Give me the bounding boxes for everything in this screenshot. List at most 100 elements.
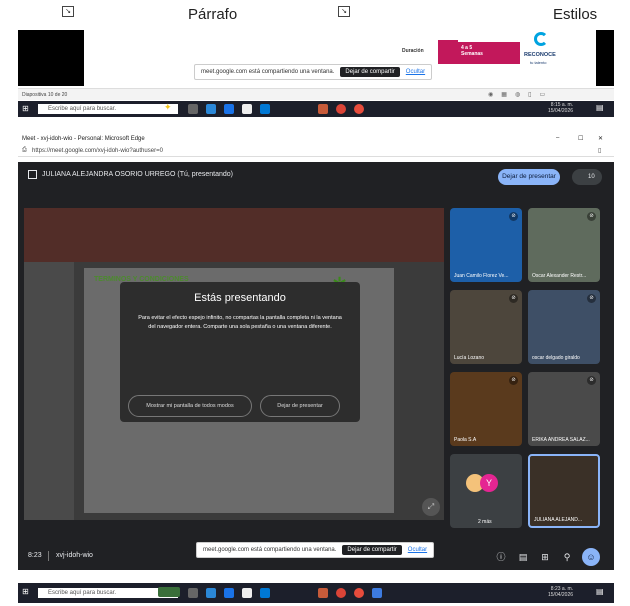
participant-count-badge[interactable]: 10	[572, 169, 602, 185]
word-ribbon-strip: ↘ Párrafo ↘ Estilos	[0, 0, 630, 30]
edge-blue-icon[interactable]	[224, 588, 234, 598]
weather-widget-icon[interactable]	[158, 587, 180, 597]
people-icon[interactable]: ☺	[582, 548, 600, 566]
taskbar-search-placeholder: Escribe aquí para buscar.	[48, 106, 117, 112]
stop-sharing-button[interactable]: Dejar de compartir	[342, 545, 402, 555]
slide-counter: Diapositiva 10 de 20	[22, 92, 68, 98]
participant-name: Lucía Lozano	[454, 355, 485, 361]
notification-icon[interactable]: ▤	[596, 587, 604, 596]
participant-tile[interactable]: ⊘ Lucía Lozano	[450, 290, 522, 364]
meeting-time: 8:23	[28, 552, 42, 559]
clock-date-bottom: 15/04/2026	[548, 592, 574, 598]
windows-start-icon[interactable]: ⊞	[22, 104, 29, 113]
minimize-button[interactable]: –	[556, 135, 559, 141]
participant-tile[interactable]: ⊘ Juan Camilo Florez Ve...	[450, 208, 522, 282]
participant-tile[interactable]: ⊘ oscar delgado giraldo	[528, 290, 600, 364]
hide-share-link[interactable]: Ocultar	[408, 547, 427, 553]
share-notice-text: meet.google.com está compartiendo una ve…	[203, 547, 337, 553]
stop-presenting-dialog-button[interactable]: Dejar de presentar	[260, 395, 340, 417]
taskbar-search-box[interactable]: Escribe aquí para buscar.	[38, 588, 178, 598]
participant-tile[interactable]: ⊘ Oscar Alexander Restr...	[528, 208, 600, 282]
reconoce-logo-icon	[534, 32, 548, 46]
share-notice-top: meet.google.com está compartiendo una ve…	[194, 64, 433, 80]
participant-tile[interactable]: ⊘ ERIKA ANDREA SALAZ...	[528, 372, 600, 446]
participant-count: 10	[588, 174, 595, 180]
presenting-dialog: Estás presentando Para evitar el efecto …	[120, 282, 360, 422]
task-view-icon[interactable]	[188, 588, 198, 598]
chrome-icon[interactable]	[336, 104, 346, 114]
taskbar-clock-top: 8:15 a. m. 15/04/2026	[548, 102, 573, 114]
app-icon[interactable]	[354, 104, 364, 114]
windows-taskbar-top: ⊞ Escribe aquí para buscar. ✦ 8:15 a. m.…	[18, 101, 614, 117]
hide-share-link[interactable]: Ocultar	[406, 69, 425, 75]
embedded-screenshot: Duración 4 a 5 Semanas RECONOCE tu talen…	[18, 30, 614, 605]
more-participants-label: 2 más	[478, 519, 492, 525]
mic-off-icon: ⊘	[587, 294, 596, 303]
close-button[interactable]: ✕	[598, 135, 603, 142]
pin-icon[interactable]: ⤢	[422, 498, 440, 516]
edge-window-title: Meet - xvj-idoh-wio - Personal: Microsof…	[22, 136, 145, 142]
font-launcher-icon[interactable]: ↘	[62, 6, 74, 17]
paragraph-launcher-icon[interactable]: ↘	[338, 6, 350, 17]
ppt-thumbnails	[24, 262, 74, 520]
participant-name: JULIANA ALEJAND...	[534, 517, 583, 523]
edge-icon[interactable]	[206, 104, 216, 114]
promo-weeks: 4 a 5 Semanas	[458, 42, 520, 64]
maximize-button[interactable]: ☐	[578, 135, 583, 142]
meeting-code: xvj-idoh-wio	[56, 552, 93, 559]
mic-off-icon: ⊘	[587, 376, 596, 385]
mic-off-icon: ⊘	[509, 212, 518, 221]
ribbon-group-paragraph: Párrafo	[188, 6, 238, 23]
activities-icon[interactable]: ⊞	[536, 548, 554, 566]
present-icon	[28, 170, 37, 179]
promo-duration: Duración	[402, 48, 424, 54]
app-blue-icon[interactable]	[372, 588, 382, 598]
participant-name: oscar delgado giraldo	[532, 355, 580, 361]
powerpoint-taskbar-icon[interactable]	[318, 588, 328, 598]
share-notice-bottom: meet.google.com está compartiendo una ve…	[196, 542, 435, 558]
participant-tile[interactable]: ⊘ Paola S.A	[450, 372, 522, 446]
stop-sharing-button[interactable]: Dejar de compartir	[340, 67, 400, 77]
edge-address-bar[interactable]: ⎙ https://meet.google.com/xvj-idoh-wio?a…	[18, 145, 614, 157]
sparkle-icon: ✦	[164, 102, 172, 112]
participant-tile-more[interactable]: Y 2 más	[450, 454, 522, 528]
lock-icon: ⎙	[22, 147, 27, 153]
participant-name: Paola S.A	[454, 437, 477, 443]
stop-presenting-top-button[interactable]: Dejar de presentar	[498, 169, 560, 185]
mail-icon[interactable]	[260, 104, 270, 114]
file-explorer-icon[interactable]	[242, 588, 252, 598]
chrome-icon[interactable]	[336, 588, 346, 598]
calendar-icon	[438, 40, 458, 64]
task-view-icon[interactable]	[188, 104, 198, 114]
powerpoint-status-bar: Diapositiva 10 de 20 ◉▦◍▯▭	[18, 88, 614, 100]
taskbar-search-box[interactable]: Escribe aquí para buscar.	[38, 104, 178, 114]
promo-brand: RECONOCE	[524, 52, 556, 58]
mic-off-icon: ⊘	[509, 294, 518, 303]
file-explorer-icon[interactable]	[242, 104, 252, 114]
edge-icon[interactable]	[206, 588, 216, 598]
mic-off-icon: ⊘	[509, 376, 518, 385]
clock-date-top: 15/04/2026	[548, 108, 574, 114]
view-buttons-icon[interactable]: ◉▦◍▯▭	[488, 91, 553, 98]
dialog-body: Para evitar el efecto espejo infinito, n…	[138, 315, 342, 330]
black-area-right	[596, 30, 614, 86]
powerpoint-taskbar-icon[interactable]	[318, 104, 328, 114]
windows-start-icon[interactable]: ⊞	[22, 587, 29, 596]
edge-title-bar: Meet - xvj-idoh-wio - Personal: Microsof…	[18, 134, 614, 144]
mic-off-icon: ⊘	[587, 212, 596, 221]
app-icon[interactable]	[354, 588, 364, 598]
address-url[interactable]: https://meet.google.com/xvj-idoh-wio?aut…	[32, 148, 163, 154]
show-screen-anyway-button[interactable]: Mostrar mi pantalla de todos modos	[128, 395, 252, 417]
divider	[48, 551, 49, 561]
edge-blue-icon[interactable]	[224, 104, 234, 114]
host-controls-icon[interactable]: ⚲	[558, 548, 576, 566]
participant-tile-self[interactable]: JULIANA ALEJAND...	[528, 454, 600, 528]
previous-screen: Duración 4 a 5 Semanas RECONOCE tu talen…	[18, 30, 614, 88]
info-icon[interactable]: ⓘ	[492, 548, 510, 566]
chat-icon[interactable]: ▤	[514, 548, 532, 566]
participant-name: Juan Camilo Florez Ve...	[454, 273, 509, 279]
page-action-icon[interactable]: ▯	[598, 147, 601, 154]
ribbon-group-styles: Estilos	[553, 6, 598, 23]
notification-icon[interactable]: ▤	[596, 103, 604, 112]
mail-icon[interactable]	[260, 588, 270, 598]
